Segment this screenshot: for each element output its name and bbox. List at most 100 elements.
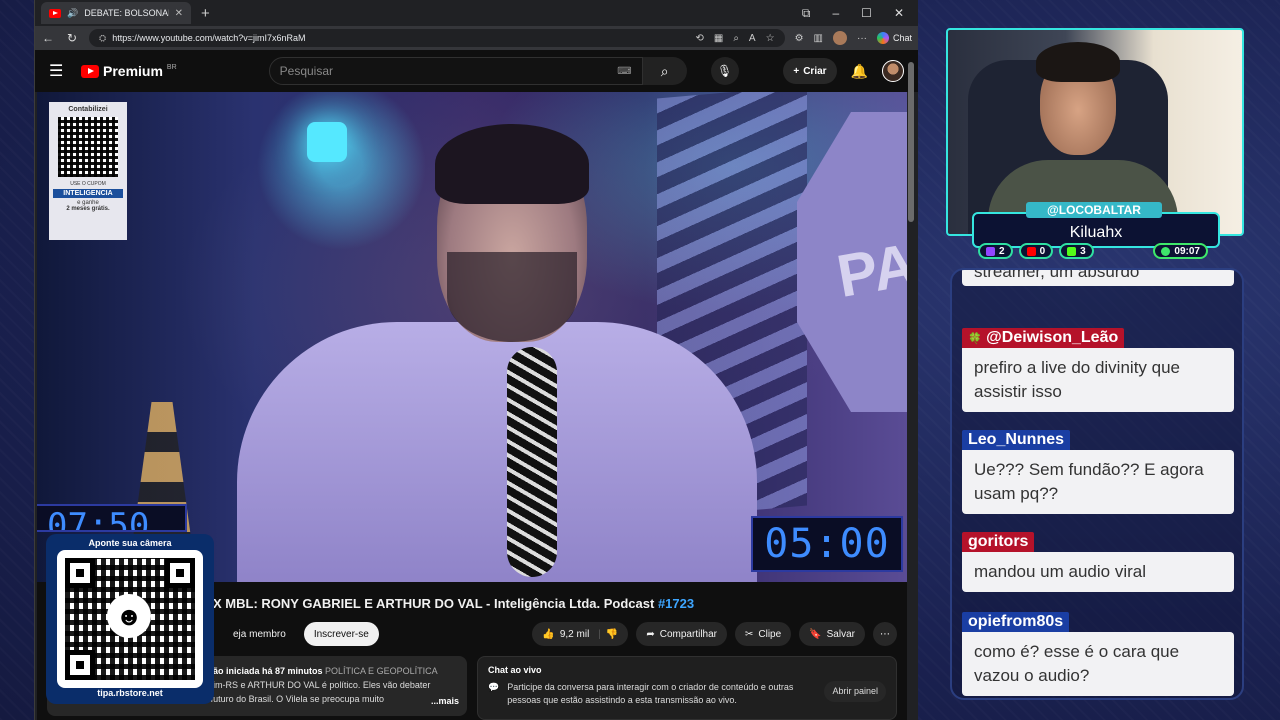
share-button[interactable]: ➦ Compartilhar — [636, 622, 727, 646]
more-menu-icon[interactable]: ··· — [857, 33, 867, 44]
chat-message-text: prefiro a live do divinity que assistir … — [962, 348, 1234, 412]
sponsor-code-label: USE O CUPOM — [70, 181, 106, 187]
logo-region: BR — [166, 63, 177, 71]
qr-finder — [165, 558, 195, 588]
site-info-icon[interactable]: ⛭ — [99, 33, 106, 44]
qr-overlay-label: Aponte sua câmera — [88, 538, 172, 548]
qr-finder — [65, 558, 95, 588]
url-field[interactable]: ⛭ https://www.youtube.com/watch?v=jimI7x… — [89, 29, 785, 47]
toolbar-right: ⚙ ▥ ··· Chat — [795, 31, 912, 45]
guest-body — [237, 322, 757, 582]
chat-username: Leo_Nunnes — [962, 430, 1071, 450]
zoom-icon[interactable]: ⌕ — [733, 33, 739, 44]
save-button[interactable]: 🔖 Salvar — [799, 622, 865, 646]
copilot-chat-label: Chat — [892, 33, 912, 43]
sponsor-line2: 2 meses grátis. — [66, 206, 110, 212]
youtube-viewers: 0 — [1018, 243, 1054, 259]
youtube-logo-icon — [81, 64, 99, 78]
new-tab-icon[interactable]: + — [201, 5, 210, 22]
chat-message-text: streamer, um absurdo — [962, 270, 1234, 286]
clip-button[interactable]: ✂ Clipe — [735, 622, 792, 646]
youtube-logo[interactable]: Premium BR — [81, 63, 177, 79]
sponsor-sticker: Contabilizei USE O CUPOM INTELIGENCIA e … — [49, 102, 127, 240]
voice-search-button[interactable]: 🎙 — [710, 57, 739, 85]
stream-stats: 2 0 3 09:07 — [978, 243, 1208, 259]
maximize-icon[interactable]: ☐ — [861, 6, 872, 21]
open-panel-button[interactable]: Abrir painel — [824, 681, 886, 702]
desc-more-link[interactable]: ...mais — [431, 694, 459, 708]
extensions-icon[interactable]: ⚙ — [795, 33, 804, 44]
browser-tab[interactable]: 🔊 DEBATE: BOLSONARISTA X M ✕ — [41, 2, 191, 24]
reload-icon[interactable]: ↻ — [65, 31, 79, 45]
video-title-text: X MBL: RONY GABRIEL E ARTHUR DO VAL - In… — [213, 596, 658, 611]
more-actions-button[interactable]: ⋯ — [873, 622, 897, 646]
chat-username: goritors — [962, 532, 1035, 552]
page-scrollbar[interactable] — [908, 50, 914, 720]
bookmark-icon: 🔖 — [809, 628, 822, 640]
chat-bubble-icon: 💬 — [488, 682, 500, 692]
video-hashtag[interactable]: #1723 — [658, 596, 694, 611]
header-right: + Criar 🔔 — [783, 58, 904, 84]
chat-username: opiefrom80s — [962, 612, 1070, 632]
account-avatar[interactable] — [882, 60, 904, 82]
read-aloud-icon[interactable]: A — [749, 33, 756, 44]
menu-icon[interactable]: ☰ — [49, 61, 67, 81]
search-input[interactable]: Pesquisar ⌨ — [268, 57, 643, 85]
thumbs-down-icon[interactable]: 👎 — [606, 629, 618, 640]
search-button[interactable]: ⌕ — [642, 57, 687, 85]
stream-clock: 09:07 — [1153, 243, 1208, 259]
qr-finder — [65, 650, 95, 680]
chat-username: 🍀 @Deiwison_Leão — [962, 328, 1125, 348]
notifications-bell-icon[interactable]: 🔔 — [851, 63, 868, 80]
app-icon[interactable]: ▦ — [714, 33, 723, 44]
more-dots-icon: ⋯ — [880, 628, 890, 640]
video-player[interactable]: PAR Contabilizei USE O CUPOM INTELIGENCI… — [37, 92, 907, 582]
keyboard-icon[interactable]: ⌨ — [617, 66, 631, 77]
chat-message-text: mandou um audio viral — [962, 552, 1234, 592]
copilot-icon — [876, 32, 889, 44]
copilot-chat-button[interactable]: Chat — [876, 32, 912, 44]
profile-avatar[interactable] — [832, 31, 847, 45]
youtube-header: ☰ Premium BR Pesquisar ⌨ ⌕ 🎙 + Criar 🔔 — [35, 50, 918, 92]
logo-text: Premium — [103, 63, 163, 79]
stop-sign: PAR — [797, 112, 907, 412]
tab-actions-icon[interactable]: ⧉ — [802, 6, 811, 21]
twitch-viewers: 2 — [978, 243, 1013, 259]
head-silhouette-icon: ☻ — [107, 594, 151, 638]
streamer-hair — [1036, 42, 1120, 82]
kick-count: 3 — [1080, 245, 1086, 257]
split-screen-icon[interactable]: ▥ — [814, 33, 823, 44]
back-icon[interactable]: ← — [41, 31, 55, 45]
translate-icon[interactable]: ⟲ — [695, 33, 703, 44]
favorite-star-icon[interactable]: ☆ — [766, 33, 775, 44]
microphone-icon: 🎙 — [717, 64, 733, 78]
stop-sign-text: PAR — [832, 222, 907, 311]
close-window-icon[interactable]: ✕ — [894, 6, 904, 21]
podcast-microphone — [507, 347, 557, 577]
chat-message-text: como é? esse é o cara que vazou o audio? — [962, 632, 1234, 696]
live-chat-row: 💬 Participe da conversa para interagir c… — [488, 681, 886, 707]
live-chat-box: Chat ao vivo 💬 Participe da conversa par… — [477, 656, 897, 720]
like-count: 9,2 mil — [559, 628, 590, 640]
guest-beard — [447, 252, 577, 342]
chat-message: streamer, um absurdo — [962, 270, 1234, 286]
separator: | — [598, 628, 601, 640]
minimize-icon[interactable]: – — [832, 6, 839, 21]
clip-label: Clipe — [758, 628, 782, 640]
subscribe-button[interactable]: Inscrever-se — [303, 622, 379, 646]
tab-title: DEBATE: BOLSONARISTA X M — [84, 8, 169, 18]
qr-code: ☻ — [57, 550, 203, 688]
close-tab-icon[interactable]: ✕ — [175, 8, 183, 19]
chat-overlay: streamer, um absurdo 🍀 @Deiwison_Leão pr… — [950, 268, 1244, 700]
scrollbar-thumb[interactable] — [908, 62, 914, 222]
qr-overlay-url: tipa.rbstore.net — [97, 688, 163, 698]
search-icon: ⌕ — [660, 62, 669, 79]
clock-icon — [1161, 246, 1171, 256]
like-button[interactable]: 👍 9,2 mil | 👎 — [532, 622, 629, 646]
qr-overlay: Aponte sua câmera ☻ tipa.rbstore.net — [46, 534, 214, 704]
streamer-handle: @LOCOBALTAR — [1026, 202, 1162, 218]
youtube-icon — [1026, 246, 1036, 256]
create-button[interactable]: + Criar — [783, 58, 837, 84]
speaker-icon[interactable]: 🔊 — [67, 8, 78, 19]
kick-icon — [1067, 246, 1077, 256]
